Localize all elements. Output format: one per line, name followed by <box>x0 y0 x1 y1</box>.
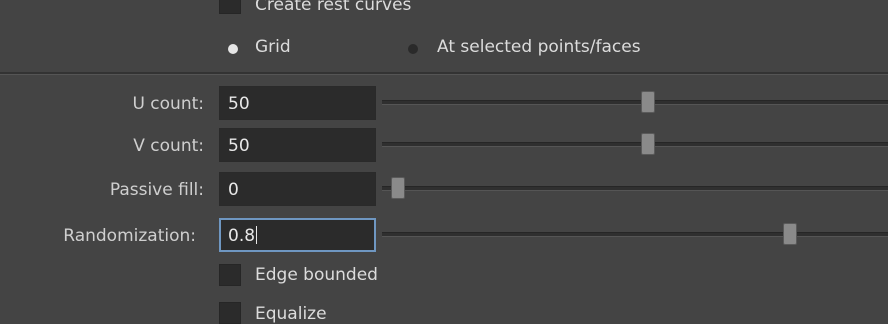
v-count-slider-track[interactable] <box>382 142 888 147</box>
create-rest-curves-checkbox[interactable] <box>219 0 241 14</box>
passive-fill-slider-track[interactable] <box>382 186 888 191</box>
randomization-slider-track[interactable] <box>382 232 888 237</box>
passive-fill-slider-handle[interactable] <box>391 177 405 199</box>
u-count-slider-handle[interactable] <box>640 91 655 113</box>
grid-label: Grid <box>255 37 291 57</box>
v-count-label: V count: <box>133 136 204 156</box>
equalize-label: Equalize <box>255 304 327 324</box>
randomization-label: Randomization: <box>63 226 196 246</box>
create-rest-curves-label: Create rest curves <box>255 0 412 15</box>
randomization-slider-handle[interactable] <box>783 223 797 245</box>
at-selected-label: At selected points/faces <box>437 37 641 57</box>
passive-fill-field[interactable]: 0 <box>219 172 376 206</box>
edge-bounded-label: Edge bounded <box>255 265 378 285</box>
randomization-field[interactable]: 0.8 <box>219 218 376 252</box>
section-divider <box>0 72 888 75</box>
edge-bounded-checkbox[interactable] <box>219 264 241 286</box>
grid-radio[interactable] <box>228 44 238 54</box>
text-caret <box>256 226 258 244</box>
randomization-value: 0.8 <box>228 226 256 246</box>
u-count-slider-track[interactable] <box>382 100 888 105</box>
at-selected-radio[interactable] <box>408 44 418 54</box>
v-count-field[interactable]: 50 <box>219 128 376 162</box>
u-count-label: U count: <box>132 94 204 114</box>
u-count-field[interactable]: 50 <box>219 86 376 120</box>
v-count-slider-handle[interactable] <box>640 133 655 155</box>
passive-fill-label: Passive fill: <box>109 180 204 200</box>
equalize-checkbox[interactable] <box>219 302 241 324</box>
